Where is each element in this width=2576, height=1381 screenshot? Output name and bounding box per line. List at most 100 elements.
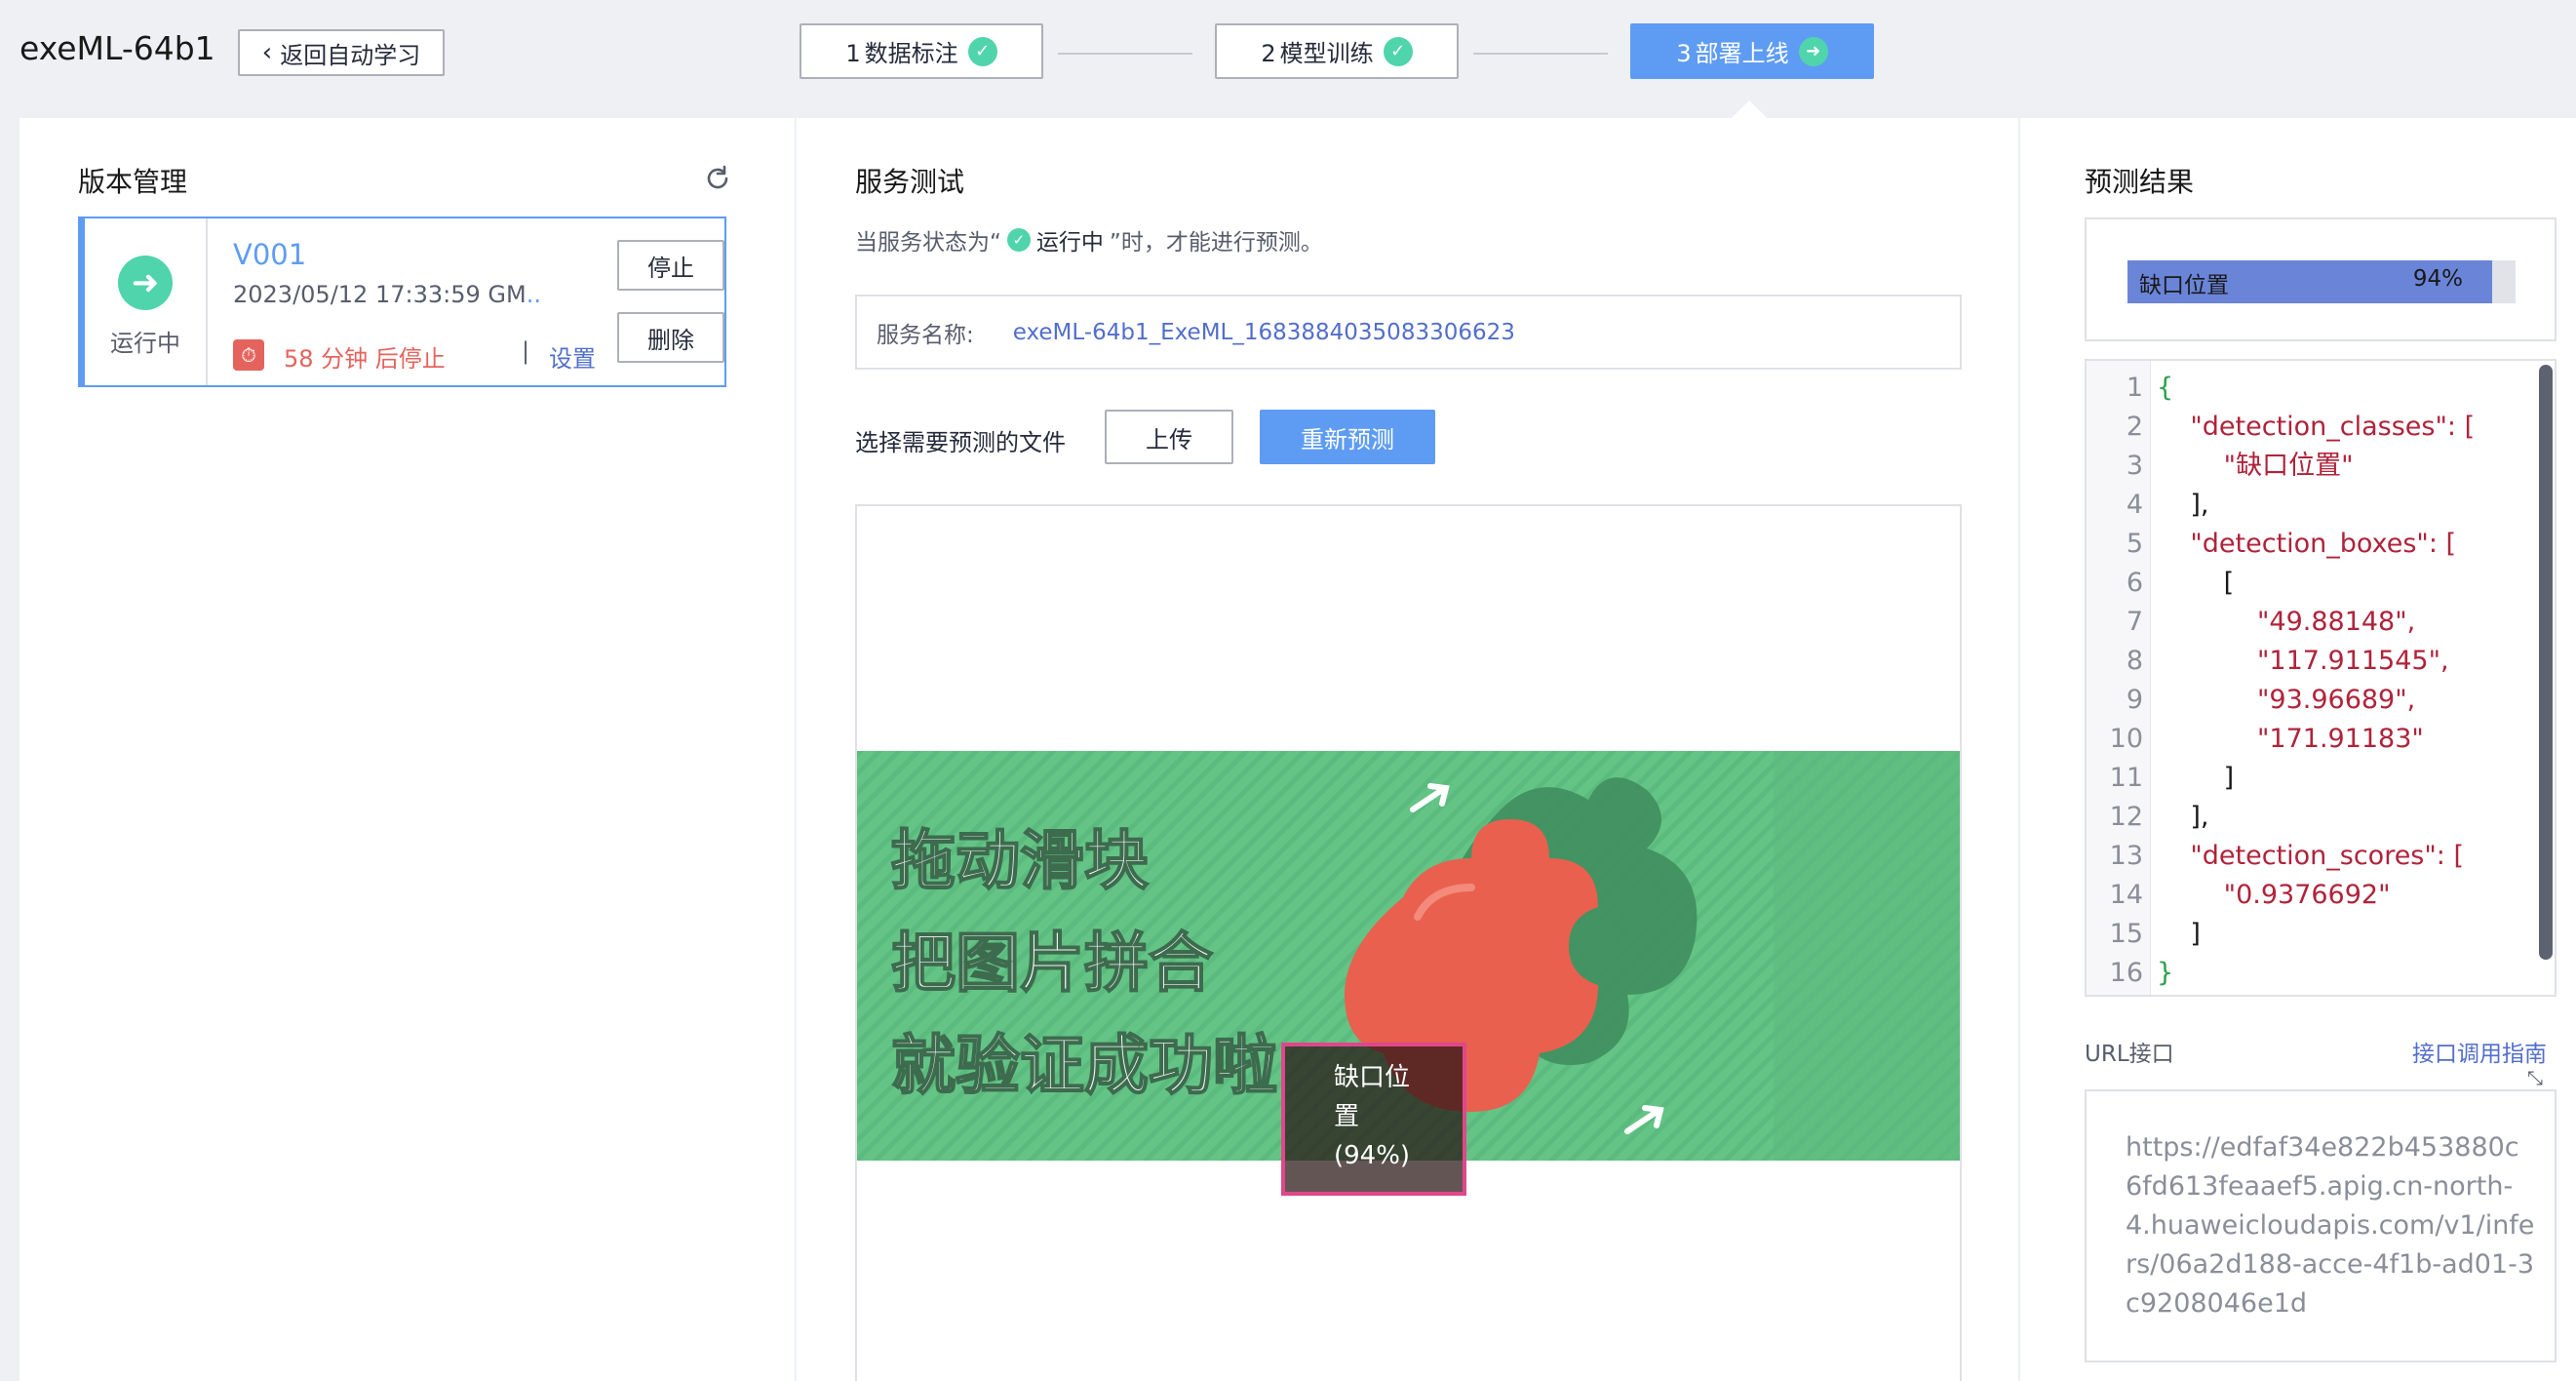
- version-management-panel: 版本管理 ➜ 运行中 V001 2023/05/12 17:33:59 GM..…: [20, 118, 795, 1381]
- line-number: 10: [2109, 724, 2143, 754]
- app-title: exeML-64b1: [20, 29, 215, 67]
- step-number: 3: [1676, 40, 1692, 67]
- line-number: 3: [2126, 451, 2143, 481]
- arrow-right-circle-icon: ➜: [118, 256, 173, 310]
- captcha-text-line: 把图片拼合: [891, 926, 1213, 1001]
- step-label: 数据标注: [864, 40, 958, 67]
- refresh-icon[interactable]: [702, 163, 733, 194]
- line-number: 13: [2109, 841, 2143, 871]
- service-test-panel: 服务测试 当服务状态为“ ✓ 运行中 ”时，才能进行预测。 服务名称: exeM…: [797, 118, 2018, 1381]
- code-text: "117.911545",: [2157, 646, 2449, 676]
- line-number: 15: [2109, 919, 2143, 949]
- code-text: }: [2157, 958, 2174, 988]
- line-number: 5: [2126, 529, 2143, 559]
- repredict-button[interactable]: 重新预测: [1260, 410, 1435, 464]
- code-text: "171.91183": [2157, 724, 2424, 754]
- line-number: 12: [2109, 802, 2143, 832]
- line-number: 9: [2126, 685, 2143, 715]
- version-time-ellipsis: ...: [526, 281, 540, 308]
- top-bar: exeML-64b1 ‹ 返回自动学习 1 数据标注 ✓ 2 模型训练 ✓ 3 部署上…: [0, 0, 2576, 118]
- line-number: 14: [2109, 880, 2143, 910]
- back-to-automl-button[interactable]: ‹ 返回自动学习: [238, 29, 445, 76]
- hint-prefix: 当服务状态为“: [855, 230, 1001, 256]
- line-number: 8: [2126, 646, 2143, 676]
- code-text: "detection_classes": [: [2157, 412, 2476, 442]
- code-text: ],: [2157, 802, 2209, 832]
- code-text: "0.9376692": [2157, 880, 2391, 910]
- version-name[interactable]: V001: [233, 238, 306, 271]
- version-status: ➜ 运行中: [85, 218, 208, 385]
- version-card[interactable]: ➜ 运行中 V001 2023/05/12 17:33:59 GM... ⏱ 5…: [78, 217, 726, 387]
- step-connector: [1473, 53, 1608, 55]
- captcha-text-line: 就验证成功啦: [891, 1028, 1277, 1103]
- choose-file-label: 选择需要预测的文件: [855, 429, 1066, 456]
- step-number: 1: [845, 40, 861, 67]
- confidence-percent: 94%: [2412, 266, 2463, 292]
- detection-label-line: (94%): [1334, 1141, 1411, 1170]
- line-number: 6: [2126, 568, 2143, 598]
- confidence-class-label: 缺口位置: [2139, 273, 2229, 298]
- detection-label-line: 缺口位: [1334, 1063, 1411, 1092]
- url-value-box[interactable]: https://edfaf34e822b453880c6fd613feaaef5…: [2085, 1089, 2556, 1362]
- code-text: ]: [2157, 763, 2235, 793]
- version-panel-title: 版本管理: [78, 166, 188, 198]
- line-number: 2: [2126, 412, 2143, 442]
- delete-button[interactable]: 删除: [617, 312, 724, 363]
- line-number: 11: [2109, 763, 2143, 793]
- check-icon: ✓: [1383, 36, 1413, 66]
- detection-box: 缺口位 置 (94%): [1281, 1043, 1466, 1196]
- line-number: 7: [2126, 607, 2143, 637]
- version-time-text: 2023/05/12 17:33:59 GM: [233, 281, 527, 308]
- detection-label-line: 置: [1334, 1102, 1360, 1131]
- confidence-bar-track: 缺口位置 94%: [2127, 260, 2516, 303]
- arrow-right-circle-icon: ➜: [1798, 36, 1828, 66]
- upload-button[interactable]: 上传: [1105, 410, 1233, 464]
- step-connector: [1058, 53, 1192, 55]
- detection-label: 缺口位 置 (94%): [1334, 1058, 1441, 1175]
- code-text: "detection_scores": [: [2157, 841, 2465, 871]
- service-name-box: 服务名称: exeML-64b1_ExeML_16838840350833066…: [855, 295, 1962, 370]
- stop-button[interactable]: 停止: [617, 240, 724, 291]
- url-label: URL接口: [2085, 1042, 2174, 1067]
- settings-link[interactable]: 设置: [549, 339, 596, 374]
- step-data-labeling[interactable]: 1 数据标注 ✓: [800, 23, 1043, 79]
- step-model-training[interactable]: 2 模型训练 ✓: [1215, 23, 1459, 79]
- confidence-bar-box: 缺口位置 94%: [2085, 217, 2556, 341]
- active-step-pointer: [1732, 100, 1767, 118]
- result-panel-title: 预测结果: [2085, 166, 2195, 198]
- api-guide-link[interactable]: 接口调用指南: [2412, 1035, 2547, 1068]
- service-name-value[interactable]: exeML-64b1_ExeML_1683884035083306623: [1013, 320, 1515, 345]
- hint-status: 运行中: [1035, 230, 1104, 256]
- code-text: ]: [2157, 919, 2201, 949]
- chevron-left-icon: ‹: [261, 38, 273, 67]
- hint-suffix: ”时，才能进行预测。: [1109, 230, 1323, 256]
- check-icon: ✓: [967, 36, 997, 66]
- line-number: 1: [2126, 373, 2143, 403]
- auto-stop-text: 58 分钟 后停止: [284, 345, 446, 373]
- service-hint: 当服务状态为“ ✓ 运行中 ”时，才能进行预测。: [855, 223, 1323, 256]
- code-text: ],: [2157, 490, 2209, 520]
- prediction-preview: 拖动滑块 把图片拼合 就验证成功啦 缺口位 置 (94%): [855, 504, 1962, 1381]
- version-time: 2023/05/12 17:33:59 GM...: [233, 281, 540, 308]
- code-text: [: [2157, 568, 2235, 598]
- service-name-label: 服务名称:: [877, 322, 974, 348]
- captcha-text-line: 拖动滑块: [891, 823, 1149, 898]
- code-text: "93.96689",: [2157, 685, 2416, 715]
- code-text: "缺口位置": [2157, 451, 2354, 481]
- scrollbar-thumb[interactable]: [2539, 365, 2553, 960]
- service-panel-title: 服务测试: [855, 166, 965, 198]
- back-button-label: 返回自动学习: [280, 41, 421, 69]
- prediction-result-panel: 预测结果 缺口位置 94% 1 {2 "detection_classes": […: [2020, 118, 2576, 1381]
- check-circle-icon: ✓: [1006, 228, 1031, 252]
- step-label: 部署上线: [1695, 40, 1789, 67]
- json-result-viewer[interactable]: 1{2 "detection_classes": [3 "缺口位置" 4 ], 5 …: [2085, 359, 2556, 997]
- code-text: "49.88148",: [2157, 607, 2416, 637]
- stopwatch-icon: ⏱: [233, 339, 264, 371]
- step-deploy[interactable]: 3 部署上线 ➜: [1630, 23, 1874, 79]
- resize-icon[interactable]: ⤡: [2527, 1066, 2543, 1089]
- step-number: 2: [1261, 40, 1276, 67]
- separator: |: [522, 337, 530, 365]
- line-number: 4: [2126, 490, 2143, 520]
- line-number: 16: [2109, 958, 2143, 988]
- status-label: 运行中: [110, 330, 180, 357]
